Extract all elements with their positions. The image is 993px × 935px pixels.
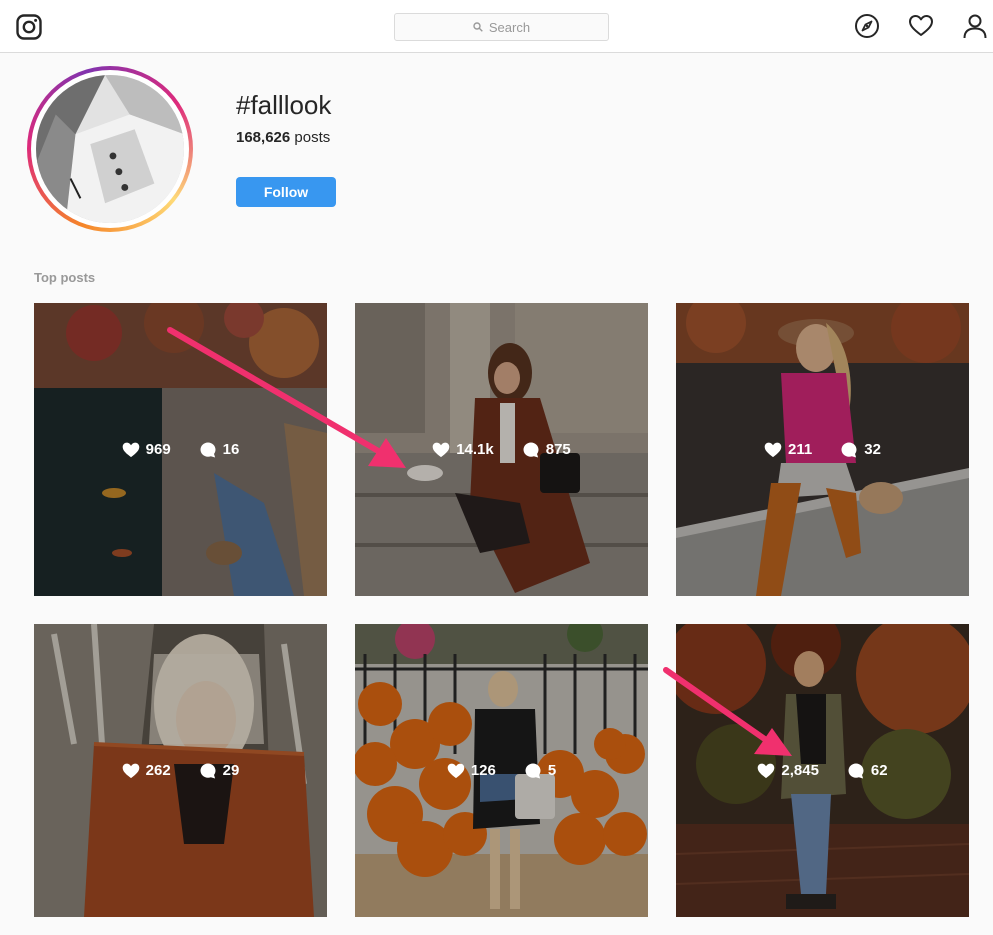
heart-icon [432, 442, 450, 458]
instagram-icon[interactable] [16, 14, 42, 40]
heart-icon [447, 763, 465, 779]
like-count: 969 [122, 441, 171, 458]
comment-count: 875 [522, 441, 571, 459]
comment-icon [841, 442, 857, 457]
avatar-image [36, 75, 184, 223]
comment-count: 5 [524, 762, 556, 780]
comment-icon [848, 763, 864, 778]
post-stats-overlay: 14.1k 875 [355, 303, 648, 596]
comment-count: 62 [847, 762, 888, 780]
follow-button[interactable]: Follow [236, 177, 336, 207]
compass-icon[interactable] [854, 13, 880, 39]
comment-icon [525, 763, 541, 778]
like-count: 126 [447, 762, 496, 779]
comment-count: 29 [199, 762, 239, 780]
like-count: 262 [122, 762, 171, 779]
heart-icon [758, 763, 775, 779]
heart-icon [122, 763, 139, 779]
search-placeholder: Search [488, 19, 531, 35]
post-tile[interactable]: 14.1k 875 [355, 303, 648, 596]
top-nav-bar: Search [0, 0, 993, 53]
post-tile[interactable]: 969 16 [34, 303, 327, 596]
user-icon[interactable] [962, 13, 988, 39]
search-input[interactable]: Search [394, 13, 609, 41]
post-stats-overlay: 262 29 [34, 624, 327, 917]
post-stats-overlay: 126 5 [355, 624, 648, 917]
hashtag-title: #falllook [236, 90, 332, 120]
heart-icon [764, 442, 782, 458]
top-posts-label: Top posts [34, 270, 96, 285]
like-count: 2,845 [757, 762, 819, 779]
heart-icon [122, 442, 139, 458]
search-icon [473, 22, 483, 32]
like-count: 14.1k [432, 441, 494, 458]
comment-icon [200, 442, 216, 457]
heart-icon[interactable] [908, 13, 934, 39]
comment-count: 32 [840, 441, 881, 459]
post-stats-overlay: 211 32 [676, 303, 969, 596]
post-tile[interactable]: 211 32 [676, 303, 969, 596]
comment-icon [523, 442, 539, 457]
hashtag-avatar [27, 66, 193, 232]
post-tile[interactable]: 2,845 62 [676, 624, 969, 917]
post-count-number: 168,626 [236, 129, 291, 146]
post-stats-overlay: 2,845 62 [676, 624, 969, 917]
post-count: 168,626 posts [236, 129, 330, 146]
post-tile[interactable]: 126 5 [355, 624, 648, 917]
post-count-label: posts [290, 129, 331, 146]
post-tile[interactable]: 262 29 [34, 624, 327, 917]
like-count: 211 [764, 441, 812, 458]
post-stats-overlay: 969 16 [34, 303, 327, 596]
comment-count: 16 [199, 441, 239, 459]
comment-icon [200, 763, 216, 778]
